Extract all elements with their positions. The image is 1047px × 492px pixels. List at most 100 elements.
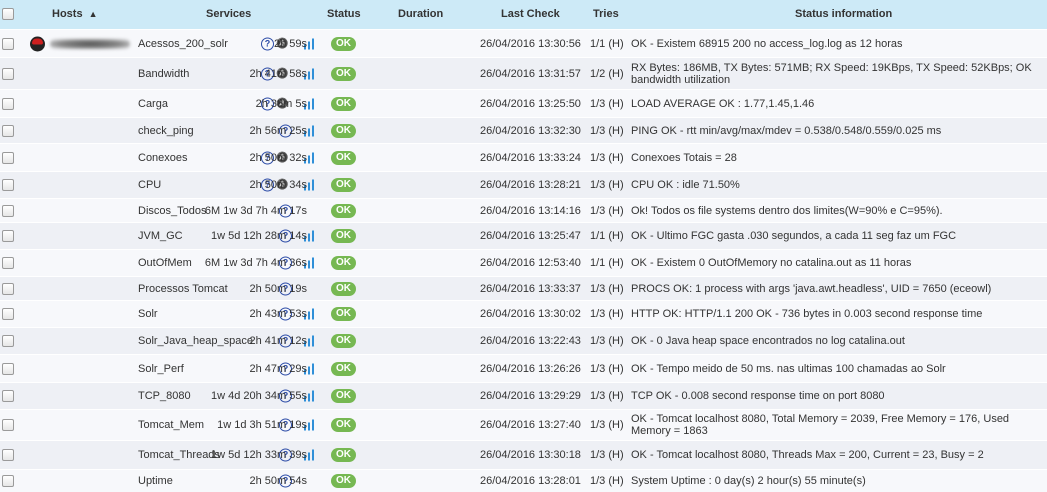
table-row[interactable]: Tomcat_Threads? OK 1w 5d 12h 33m 39s 26/04/… (0, 440, 1047, 469)
table-row[interactable]: TCP_8080? OK 1w 4d 20h 34m 55s 26/04/2016 1… (0, 382, 1047, 409)
status-badge: OK (331, 256, 356, 270)
tries-value: 1/3 (H) (590, 419, 624, 431)
last-check-value: 26/04/2016 13:25:50 (480, 97, 581, 110)
row-checkbox[interactable] (2, 179, 14, 191)
service-link[interactable]: JVM_GC (138, 230, 183, 242)
duration-value: 2h 43m 53s (249, 308, 307, 320)
duration-value: 2h 41m 58s (249, 67, 307, 80)
row-checkbox[interactable] (2, 67, 14, 80)
status-badge: OK (331, 203, 356, 218)
row-checkbox[interactable] (2, 449, 14, 461)
row-checkbox[interactable] (2, 282, 14, 295)
last-check-column-header[interactable]: Last Check (501, 8, 560, 20)
status-information-value: OK - Tomcat localhost 8080, Total Memory… (631, 413, 1010, 437)
service-link[interactable]: TCP_8080 (138, 390, 191, 402)
table-row[interactable]: Bandwidth? 🔕 OK 2h 41m 58s 26/04/2016 13:31:… (0, 57, 1047, 89)
last-check-value: 26/04/2016 13:33:37 (480, 282, 581, 295)
row-checkbox[interactable] (2, 257, 14, 269)
row-checkbox[interactable] (2, 151, 14, 164)
row-checkbox[interactable] (2, 97, 14, 110)
last-check-value: 26/04/2016 13:31:57 (480, 67, 581, 80)
duration-value: 6M 1w 3d 7h 4m 36s (204, 257, 307, 269)
last-check-value: 26/04/2016 13:27:40 (480, 419, 581, 431)
row-checkbox[interactable] (2, 335, 14, 347)
service-link[interactable]: Solr (138, 308, 158, 320)
help-icon[interactable]: ? (261, 37, 274, 50)
hosts-header-label: Hosts (52, 8, 83, 20)
row-checkbox[interactable] (2, 390, 14, 402)
status-information-value: PROCS OK: 1 process with args 'java.awt.… (631, 282, 992, 295)
tries-value: 1/3 (H) (590, 475, 624, 487)
service-link[interactable]: Discos_Todos (138, 205, 206, 217)
status-column-header[interactable]: Status (327, 8, 361, 20)
row-checkbox[interactable] (2, 124, 14, 137)
row-checkbox[interactable] (2, 419, 14, 431)
host-name-blurred[interactable] (50, 38, 130, 49)
status-information-value: OK - Existem 68915 200 no access_log.log… (631, 37, 903, 50)
tries-value: 1/3 (H) (590, 124, 624, 137)
row-checkbox[interactable] (2, 37, 14, 50)
service-link[interactable]: Bandwidth (138, 68, 189, 80)
status-information-column-header[interactable]: Status information (795, 8, 892, 20)
service-link[interactable]: Solr_Java_heap_space (138, 335, 253, 347)
select-all-checkbox[interactable] (2, 8, 14, 20)
service-link[interactable]: Processos Tomcat (138, 283, 228, 295)
service-link[interactable]: Tomcat_Mem (138, 419, 204, 431)
table-row[interactable]: Solr? OK 2h 43m 53s 26/04/2016 13:30:02 1/3 … (0, 300, 1047, 327)
service-link[interactable]: Carga (138, 98, 168, 110)
table-row[interactable]: check_ping? OK 2h 56m 25s 26/04/2016 13:32:… (0, 117, 1047, 143)
duration-column-header[interactable]: Duration (398, 8, 443, 20)
duration-value: 6M 1w 3d 7h 4m 17s (204, 204, 307, 217)
status-badge: OK (331, 96, 356, 111)
status-badge: OK (331, 418, 356, 432)
duration-value: 2h 56m 25s (249, 124, 307, 137)
table-row[interactable]: Solr_Java_heap_space? OK 2h 41m 12s 26/04/2… (0, 327, 1047, 354)
table-row[interactable]: Conexoes? 🔕 OK 2h 50m 32s 26/04/2016 13:33:2… (0, 143, 1047, 171)
tries-value: 1/3 (H) (590, 97, 624, 110)
table-row[interactable]: Solr_Perf? OK 2h 47m 29s 26/04/2016 13:26:2… (0, 354, 1047, 382)
row-checkbox[interactable] (2, 230, 14, 242)
service-link[interactable]: Tomcat_Threads (138, 449, 220, 461)
service-link[interactable]: OutOfMem (138, 257, 192, 269)
table-row[interactable]: CPU? 🔕 OK 2h 50m 34s 26/04/2016 13:28:21 1/3 … (0, 171, 1047, 198)
status-badge: OK (331, 178, 356, 192)
status-badge: OK (331, 36, 356, 51)
row-checkbox[interactable] (2, 204, 14, 217)
status-badge: OK (331, 229, 356, 243)
table-row[interactable]: Carga? 🔕 OK 2h 38m 5s 26/04/2016 13:25:50 1/3… (0, 89, 1047, 117)
last-check-value: 26/04/2016 13:28:21 (480, 179, 581, 191)
table-row[interactable]: OutOfMem? OK 6M 1w 3d 7h 4m 36s 26/04/2016 … (0, 249, 1047, 276)
service-link[interactable]: Solr_Perf (138, 363, 184, 375)
tries-value: 1/3 (H) (590, 282, 624, 295)
service-link[interactable]: Conexoes (138, 152, 188, 164)
grid-header: Hosts ▲ Services Status Duration Last Che… (0, 0, 1047, 29)
table-row[interactable]: JVM_GC? OK 1w 5d 12h 28m 14s 26/04/2016 13:… (0, 222, 1047, 249)
tries-column-header[interactable]: Tries (593, 8, 619, 20)
duration-value: 2h 50m 32s (249, 151, 307, 164)
table-row[interactable]: Uptime? OK 2h 50m 54s 26/04/2016 13:28:01 1/… (0, 469, 1047, 492)
row-checkbox[interactable] (2, 475, 14, 487)
tries-value: 1/3 (H) (590, 308, 624, 320)
status-information-value: Ok! Todos os file systems dentro dos lim… (631, 204, 943, 217)
status-information-value: TCP OK - 0.008 second response time on p… (631, 390, 885, 402)
status-badge: OK (331, 281, 356, 296)
status-information-value: OK - Tempo meido de 50 ms. nas ultimas 1… (631, 362, 946, 375)
services-column-header[interactable]: Services (206, 8, 251, 20)
host-redhat-icon (30, 36, 45, 51)
table-row[interactable]: Discos_Todos? OK 6M 1w 3d 7h 4m 17s 26/04/2… (0, 198, 1047, 222)
tries-value: 1/3 (H) (590, 204, 624, 217)
last-check-value: 26/04/2016 13:25:47 (480, 230, 581, 242)
service-link[interactable]: Acessos_200_solr (138, 38, 228, 50)
chevron-up-icon: ▲ (88, 9, 98, 19)
status-information-value: HTTP OK: HTTP/1.1 200 OK - 736 bytes in … (631, 308, 983, 320)
table-row[interactable]: Acessos_200_solr? 🔕 OK 2h 59s 26/04/2016 13:… (0, 29, 1047, 57)
table-row[interactable]: Tomcat_Mem? OK 1w 1d 3h 51m 19s 26/04/2016 … (0, 409, 1047, 440)
hosts-column-header[interactable]: Hosts ▲ (52, 8, 97, 20)
tries-value: 1/3 (H) (590, 390, 624, 402)
service-link[interactable]: CPU (138, 179, 161, 191)
row-checkbox[interactable] (2, 308, 14, 320)
row-checkbox[interactable] (2, 362, 14, 375)
service-link[interactable]: Uptime (138, 475, 173, 487)
service-link[interactable]: check_ping (138, 125, 194, 137)
table-row[interactable]: Processos Tomcat? OK 2h 50m 19s 26/04/2016 … (0, 276, 1047, 300)
